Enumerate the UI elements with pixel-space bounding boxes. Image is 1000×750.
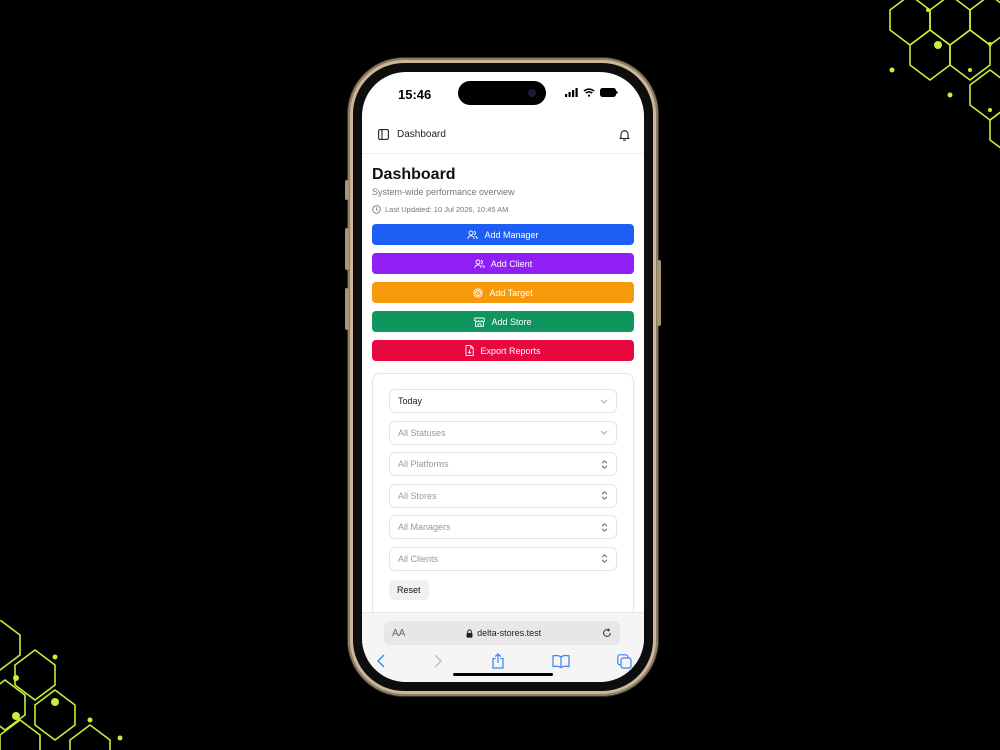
chevron-up-down-icon [601, 554, 608, 563]
url-text: delta-stores.test [477, 628, 542, 638]
store-select[interactable]: All Stores [389, 483, 617, 508]
wifi-icon [583, 88, 595, 97]
dynamic-island [458, 81, 546, 105]
notification-bell-icon[interactable] [619, 129, 630, 141]
users-icon [467, 230, 479, 239]
last-updated: Last Updated: 10 Jul 2026, 10:45 AM [372, 205, 634, 214]
phone-frame: 15:46 Dashboard Dashboard System-wide pe… [345, 58, 661, 696]
store-icon [474, 317, 486, 327]
lock-icon [466, 628, 473, 638]
forward-icon[interactable] [433, 654, 443, 668]
reset-button[interactable]: Reset [389, 580, 429, 600]
text-size-button[interactable]: AA [392, 628, 405, 639]
browser-toolbar: AA delta-stores.test [362, 612, 644, 682]
sidebar-toggle-icon[interactable] [378, 129, 389, 140]
chevron-down-icon [600, 430, 608, 435]
tabs-icon[interactable] [617, 653, 632, 669]
add-manager-button[interactable]: Add Manager [372, 224, 634, 245]
add-target-label: Add Target [489, 287, 533, 298]
chevron-up-down-icon [601, 522, 608, 532]
status-bar: 15:46 [362, 72, 644, 116]
bookmarks-icon[interactable] [552, 654, 570, 668]
client-value: All Clients [398, 553, 439, 564]
action-buttons: Add Manager Add Client Add Target Add St… [372, 224, 634, 361]
users-icon [474, 259, 485, 268]
breadcrumb: Dashboard [397, 129, 446, 140]
top-navigation: Dashboard [362, 116, 644, 154]
add-store-label: Add Store [491, 316, 532, 327]
date-range-select[interactable]: Today [389, 389, 617, 413]
address-bar[interactable]: AA delta-stores.test [384, 621, 620, 645]
date-range-value: Today [398, 396, 423, 406]
chevron-down-icon [600, 399, 608, 404]
export-reports-label: Export Reports [480, 345, 541, 356]
chevron-up-down-icon [601, 491, 608, 500]
volume-up-button [345, 228, 349, 270]
url-display: delta-stores.test [466, 628, 541, 638]
add-client-button[interactable]: Add Client [372, 253, 634, 274]
back-icon[interactable] [376, 654, 386, 668]
filters-panel: Today All Statuses All Platforms All Sto… [372, 373, 634, 617]
chevron-up-down-icon [601, 459, 608, 469]
status-time: 15:46 [398, 87, 432, 102]
volume-down-button [345, 288, 349, 330]
status-select[interactable]: All Statuses [389, 420, 617, 445]
home-indicator [453, 673, 553, 676]
power-button [657, 260, 661, 326]
camera-icon [528, 89, 536, 97]
platform-value: All Platforms [398, 459, 449, 469]
signal-icon [565, 88, 578, 97]
reload-icon[interactable] [602, 628, 612, 638]
status-value: All Statuses [398, 427, 446, 438]
battery-icon [600, 88, 618, 97]
add-manager-label: Add Manager [484, 229, 539, 240]
action-button [345, 180, 349, 200]
phone-screen: 15:46 Dashboard Dashboard System-wide pe… [362, 72, 644, 682]
client-select[interactable]: All Clients [389, 546, 617, 571]
platform-select[interactable]: All Platforms [389, 452, 617, 476]
export-reports-button[interactable]: Export Reports [372, 340, 634, 361]
add-client-label: Add Client [490, 258, 533, 269]
last-updated-text: Last Updated: 10 Jul 2026, 10:45 AM [385, 205, 509, 214]
share-icon[interactable] [491, 653, 505, 669]
browser-nav-buttons [376, 653, 632, 669]
file-export-icon [466, 345, 475, 356]
clock-icon [372, 205, 381, 214]
hexagon-pattern-decoration [889, 0, 1000, 149]
add-target-button[interactable]: Add Target [372, 282, 634, 303]
hexagon-pattern-decoration [0, 620, 123, 750]
add-store-button[interactable]: Add Store [372, 311, 634, 332]
page-title: Dashboard [372, 166, 456, 183]
store-value: All Stores [398, 490, 437, 501]
page-subtitle: System-wide performance overview [372, 187, 515, 197]
main-content: Dashboard System-wide performance overvi… [362, 154, 644, 624]
target-icon [473, 287, 483, 298]
manager-select[interactable]: All Managers [389, 515, 617, 539]
status-icons [565, 88, 618, 97]
manager-value: All Managers [398, 522, 451, 532]
